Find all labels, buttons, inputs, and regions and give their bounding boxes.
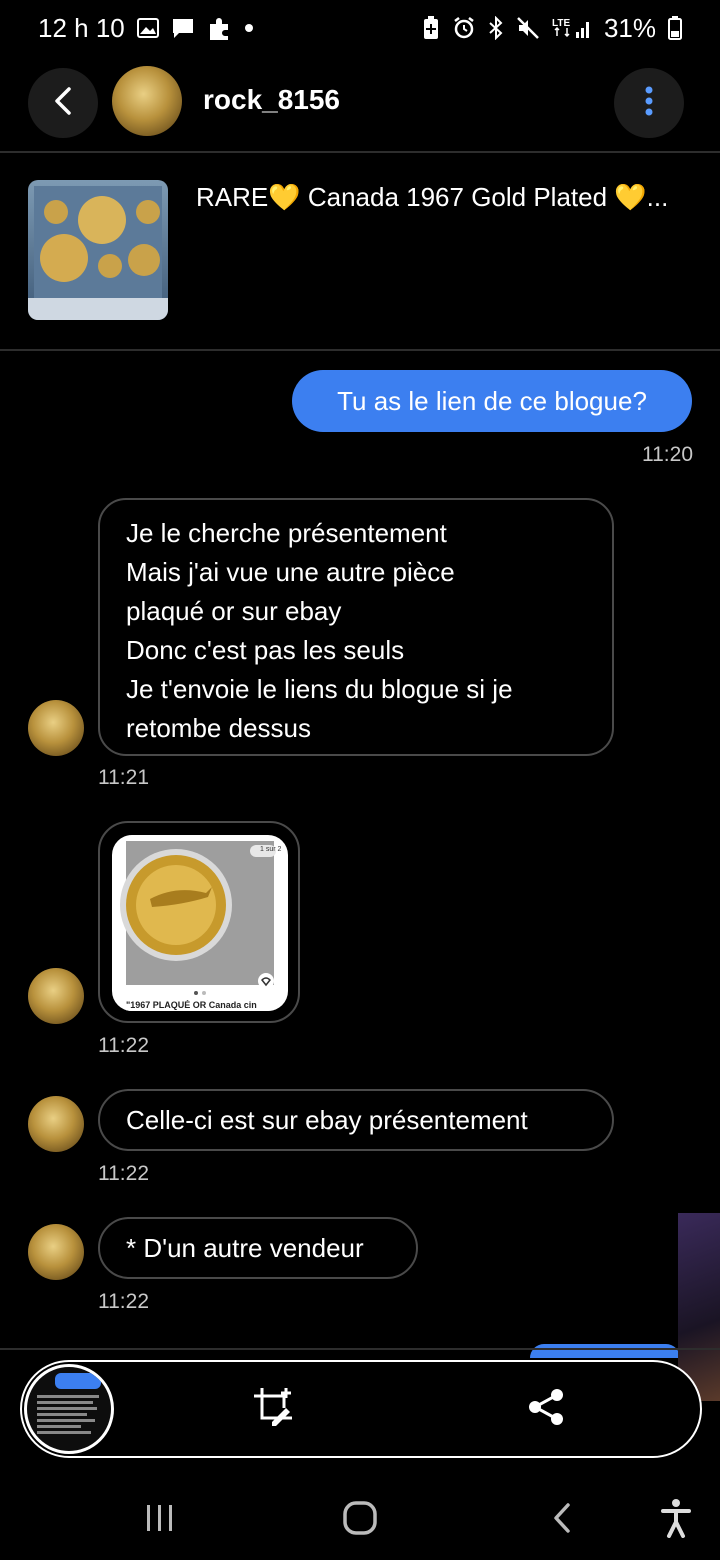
- message-line: Mais j'ai vue une autre pièce: [126, 557, 455, 587]
- received-message[interactable]: Celle-ci est sur ebay présentement: [98, 1089, 614, 1151]
- status-time: 12 h 10: [38, 12, 125, 43]
- bluetooth-icon: [488, 16, 504, 40]
- listing-thumbnail[interactable]: [28, 180, 168, 320]
- share-button[interactable]: [522, 1384, 572, 1434]
- back-arrow-icon: [52, 86, 74, 121]
- message-line: retombe dessus: [126, 713, 311, 743]
- message-time: 11:21: [98, 766, 149, 789]
- gallery-icon: [136, 18, 159, 38]
- listing-divider: [0, 349, 720, 351]
- battery-icon: [668, 16, 682, 40]
- message-text: Celle-ci est sur ebay présentement: [126, 1104, 528, 1135]
- message-line: plaqué or sur ebay: [126, 596, 342, 626]
- recents-icon: [144, 1503, 176, 1538]
- sender-avatar[interactable]: [28, 700, 84, 756]
- navigation-bar: [0, 1476, 720, 1560]
- image-message[interactable]: 1 sur 2 "1967 PLAQUÉ OR Canada cin: [98, 821, 300, 1023]
- accessibility-button[interactable]: [646, 1490, 706, 1550]
- listing-title[interactable]: RARE💛 Canada 1967 Gold Plated 💛...: [196, 182, 692, 213]
- message-text: Tu as le lien de ce blogue?: [337, 385, 647, 416]
- shared-image[interactable]: 1 sur 2 "1967 PLAQUÉ OR Canada cin: [112, 835, 288, 1011]
- item-listing[interactable]: RARE💛 Canada 1967 Gold Plated 💛...: [0, 162, 720, 348]
- message-icon: [171, 17, 195, 39]
- home-button[interactable]: [330, 1490, 390, 1550]
- sender-avatar[interactable]: [28, 1096, 84, 1152]
- lte-signal-icon: LTE: [552, 16, 592, 40]
- avatar[interactable]: [112, 66, 182, 136]
- image-badge: 1 sur 2: [260, 846, 282, 853]
- status-bar: 12 h 10 LTE 31%: [0, 0, 720, 56]
- message-time: 11:20: [642, 443, 693, 466]
- sender-avatar[interactable]: [28, 968, 84, 1024]
- nav-back-icon: [550, 1501, 574, 1540]
- back-button[interactable]: [28, 68, 98, 138]
- battery-percent: 31%: [603, 12, 656, 43]
- sender-avatar[interactable]: [28, 1224, 84, 1280]
- crop-edit-button[interactable]: [248, 1384, 298, 1434]
- alarm-icon: [452, 16, 476, 40]
- message-line: Je le cherche présentement: [126, 518, 447, 548]
- received-message[interactable]: Je le cherche présentement Mais j'ai vue…: [98, 498, 614, 756]
- message-line: Je t'envoie le liens du blogue si je: [126, 674, 513, 704]
- conversation-header: rock_8156: [0, 62, 720, 146]
- nav-back-button[interactable]: [532, 1490, 592, 1550]
- svg-text:LTE: LTE: [552, 18, 570, 29]
- screenshot-toolbar: [20, 1360, 702, 1458]
- message-line: Donc c'est pas les seuls: [126, 635, 405, 665]
- image-caption: "1967 PLAQUÉ OR Canada cin: [126, 1000, 257, 1010]
- home-icon: [342, 1500, 378, 1541]
- username[interactable]: rock_8156: [203, 84, 340, 116]
- message-time: 11:22: [98, 1034, 149, 1057]
- sent-message[interactable]: Tu as le lien de ce blogue?: [292, 370, 692, 432]
- accessibility-icon: [660, 1498, 692, 1543]
- recents-button[interactable]: [130, 1490, 190, 1550]
- message-time: 11:22: [98, 1290, 149, 1313]
- sent-message-peek: [530, 1344, 680, 1358]
- puzzle-icon: [207, 15, 233, 41]
- crop-edit-icon: [252, 1386, 294, 1433]
- battery-saver-icon: [422, 16, 440, 40]
- notification-dot-icon: [244, 24, 253, 32]
- message-time: 11:22: [98, 1162, 149, 1185]
- message-text: * D'un autre vendeur: [126, 1232, 364, 1263]
- screenshot-thumbnail[interactable]: [24, 1364, 114, 1454]
- share-icon: [527, 1387, 567, 1432]
- more-options-button[interactable]: [614, 68, 684, 138]
- header-divider: [0, 151, 720, 153]
- mute-icon: [516, 16, 540, 40]
- received-message[interactable]: * D'un autre vendeur: [98, 1217, 418, 1279]
- toolbar-divider: [0, 1348, 720, 1350]
- more-vertical-icon: [645, 86, 653, 121]
